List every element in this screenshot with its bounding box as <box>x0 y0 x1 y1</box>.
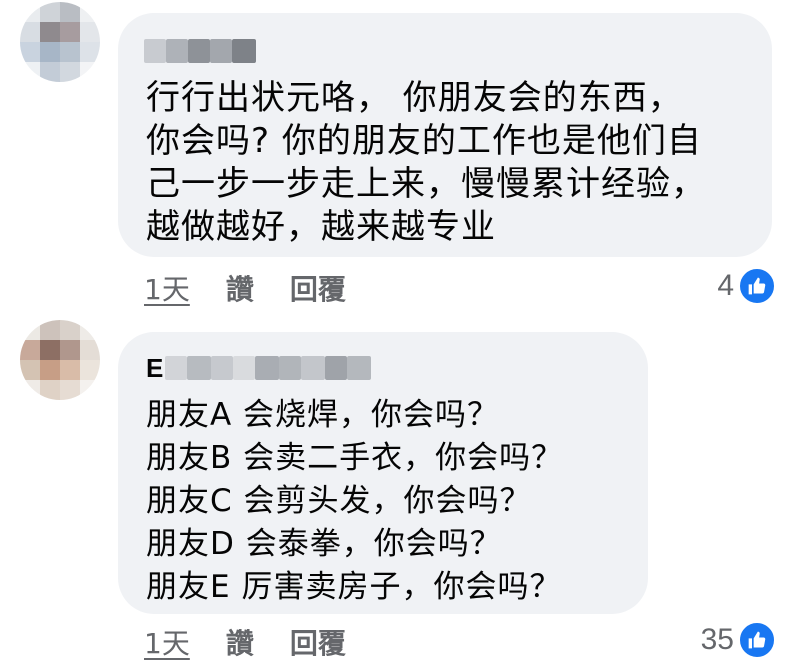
like-thumbs-up-icon <box>738 621 776 659</box>
redacted-name-blur <box>255 356 280 380</box>
timestamp-link[interactable]: 1天 <box>144 622 190 662</box>
like-thumbs-up-icon <box>738 267 776 305</box>
like-button[interactable]: 讚 <box>226 622 254 662</box>
redacted-name-blur <box>347 356 372 380</box>
reply-button[interactable]: 回覆 <box>290 268 346 308</box>
comment-bubble: E 朋友A 会烧焊，你会吗？ 朋友B 会卖二手衣，你会吗？ 朋友C 会剪头发，你… <box>118 332 648 614</box>
reaction-summary[interactable]: 4 <box>717 266 776 306</box>
redacted-name-blur <box>144 39 166 63</box>
redacted-name-blur <box>232 39 256 63</box>
comment-text: 行行出状元咯， 你朋友会的东西， 你会吗? 你的朋友的工作也是他们自 己一步一步… <box>146 78 706 247</box>
redacted-name-blur <box>211 356 234 380</box>
avatar[interactable] <box>20 2 100 82</box>
reaction-count: 35 <box>700 623 734 656</box>
redacted-name-blur <box>233 356 256 380</box>
reaction-summary[interactable]: 35 <box>701 620 776 660</box>
like-button[interactable]: 讚 <box>226 268 254 308</box>
avatar[interactable] <box>20 320 100 400</box>
comment-text: 朋友A 会烧焊，你会吗？ 朋友B 会卖二手衣，你会吗？ 朋友C 会剪头发，你会吗… <box>146 397 564 605</box>
redacted-name-blur <box>301 356 326 380</box>
redacted-name-blur <box>187 356 212 380</box>
redacted-name-blur <box>166 39 188 63</box>
comment-actions: 1天 讚 回覆 <box>144 622 346 662</box>
redacted-name-blur <box>188 39 210 63</box>
author-name[interactable] <box>142 35 256 67</box>
redacted-name-blur <box>210 39 232 63</box>
author-initial: E <box>146 352 164 383</box>
comment-bubble: 行行出状元咯， 你朋友会的东西， 你会吗? 你的朋友的工作也是他们自 己一步一步… <box>118 13 772 257</box>
redacted-name-blur <box>279 356 302 380</box>
comment: 行行出状元咯， 你朋友会的东西， 你会吗? 你的朋友的工作也是他们自 己一步一步… <box>0 0 800 320</box>
reply-button[interactable]: 回覆 <box>290 622 346 662</box>
reaction-count: 4 <box>717 269 734 302</box>
redacted-name-blur <box>165 356 188 380</box>
comment-actions: 1天 讚 回覆 <box>144 268 346 308</box>
author-name[interactable]: E <box>146 352 372 384</box>
comment: E 朋友A 会烧焊，你会吗？ 朋友B 会卖二手衣，你会吗？ 朋友C 会剪头发，你… <box>0 320 800 669</box>
timestamp-link[interactable]: 1天 <box>144 268 190 308</box>
redacted-name-blur <box>325 356 348 380</box>
